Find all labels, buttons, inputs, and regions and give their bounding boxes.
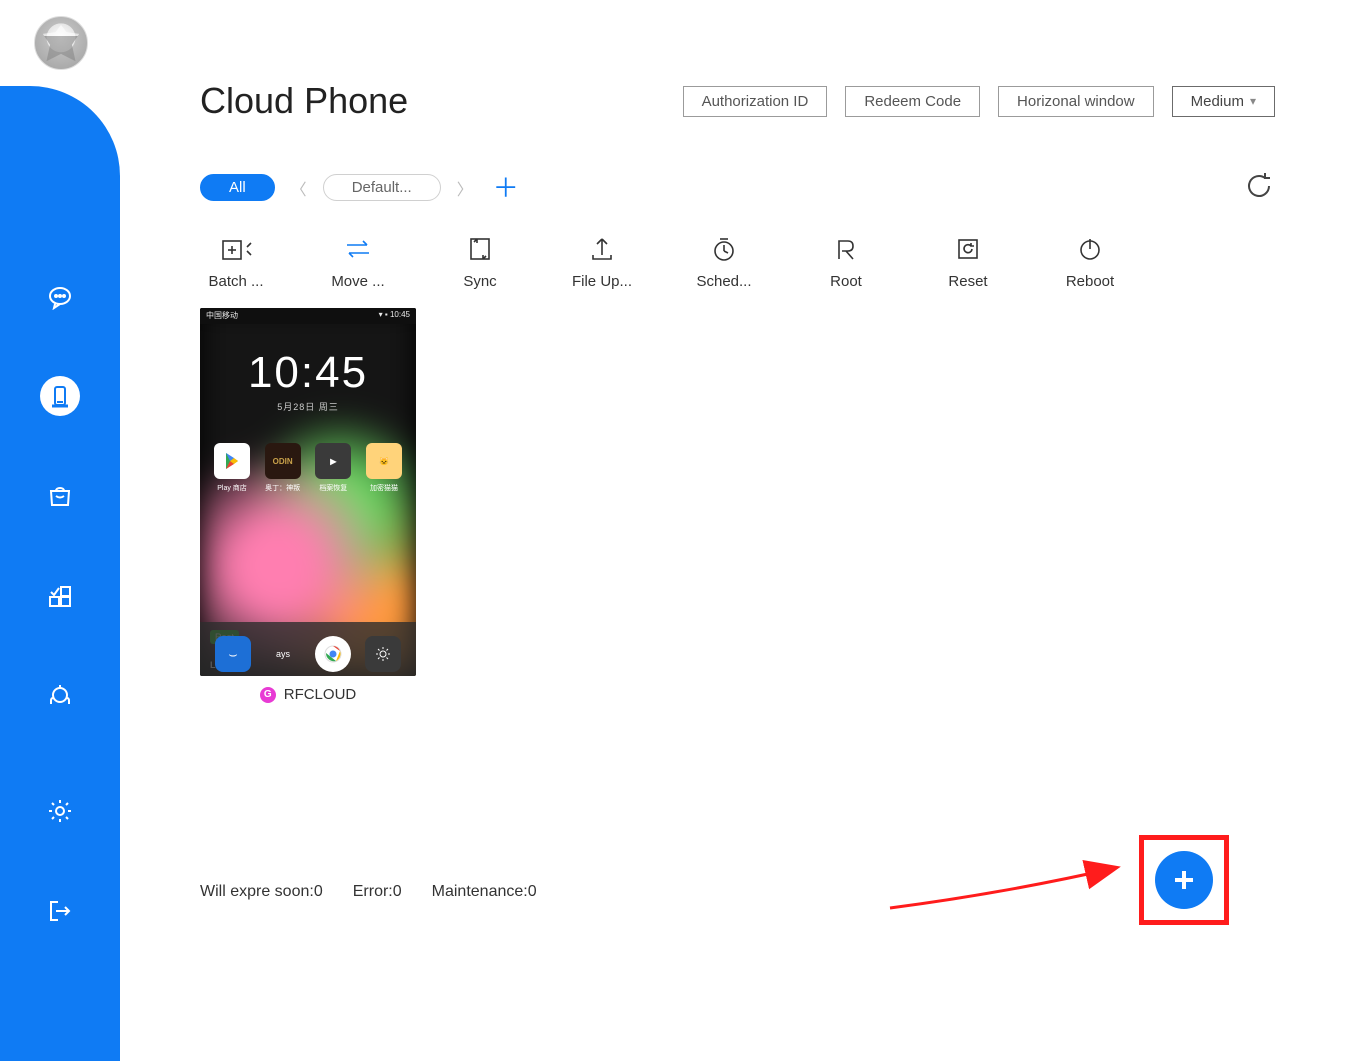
tool-sync-label: Sync: [463, 273, 496, 290]
annotation-arrow: [885, 853, 1125, 913]
tool-reboot-label: Reboot: [1066, 273, 1114, 290]
device-clock: 10:45 5月28日 周三: [200, 348, 416, 413]
batch-icon: [218, 235, 254, 263]
add-device-highlight: [1139, 835, 1229, 925]
status-expire: Will expre soon:0: [200, 883, 323, 901]
reboot-icon: [1072, 235, 1108, 263]
sidebar-item-cloudphone[interactable]: [40, 376, 80, 416]
page-title: Cloud Phone: [200, 80, 408, 122]
sidebar-item-support[interactable]: [40, 676, 80, 716]
tool-root-label: Root: [830, 273, 862, 290]
sidebar-item-settings[interactable]: [40, 791, 80, 831]
device-screen[interactable]: 中国移动 ▾ ▪ 10:45 10:45 5月28日 周三 Play 商店 OD…: [200, 308, 416, 676]
size-select[interactable]: Medium ▾: [1172, 86, 1275, 117]
add-device-button[interactable]: [1155, 851, 1213, 909]
sidebar-item-store[interactable]: [40, 476, 80, 516]
tool-schedule-label: Sched...: [696, 273, 751, 290]
move-icon: [340, 235, 376, 263]
main-content: Cloud Phone Authorization ID Redeem Code…: [120, 0, 1355, 1061]
add-group-button[interactable]: ＋: [493, 175, 519, 201]
header-row: Cloud Phone Authorization ID Redeem Code…: [200, 80, 1275, 122]
device-label: G RFCLOUD: [260, 686, 357, 703]
tool-upload[interactable]: File Up...: [566, 235, 638, 290]
chevron-down-icon: ▾: [1250, 94, 1256, 108]
reset-icon: [950, 235, 986, 263]
filter-all[interactable]: All: [200, 174, 275, 201]
sidebar-item-chat[interactable]: [40, 276, 80, 316]
upload-icon: [584, 235, 620, 263]
device-apps-row: Play 商店 ODIN奥丁：神叛 ▶档案恢复 🐱加密猫猫: [212, 443, 404, 493]
tool-reboot[interactable]: Reboot: [1054, 235, 1126, 290]
status-row: Will expre soon:0 Error:0 Maintenance:0: [200, 883, 537, 901]
size-select-label: Medium: [1191, 93, 1244, 110]
device-grid: 中国移动 ▾ ▪ 10:45 10:45 5月28日 周三 Play 商店 OD…: [200, 308, 1275, 703]
filter-row: All 〈 Default... 〉 ＋: [200, 170, 1275, 205]
filter-default[interactable]: Default...: [323, 174, 441, 201]
horizontal-window-button[interactable]: Horizonal window: [998, 86, 1154, 117]
tool-reset-label: Reset: [948, 273, 987, 290]
status-maintenance: Maintenance:0: [432, 883, 537, 901]
g-badge-icon: G: [260, 687, 276, 703]
device-card: 中国移动 ▾ ▪ 10:45 10:45 5月28日 周三 Play 商店 OD…: [200, 308, 416, 703]
refresh-button[interactable]: [1243, 170, 1275, 205]
redeem-code-button[interactable]: Redeem Code: [845, 86, 980, 117]
device-statusbar: 中国移动 ▾ ▪ 10:45: [200, 308, 416, 324]
authorization-id-button[interactable]: Authorization ID: [683, 86, 828, 117]
toolbar: Batch ... Move ... Sync File Up... Sched…: [200, 235, 1275, 290]
tool-move-label: Move ...: [331, 273, 384, 290]
device-name: RFCLOUD: [284, 686, 357, 703]
tool-reset[interactable]: Reset: [932, 235, 1004, 290]
tool-batch[interactable]: Batch ...: [200, 235, 272, 290]
schedule-icon: [706, 235, 742, 263]
tool-root[interactable]: Root: [810, 235, 882, 290]
header-buttons: Authorization ID Redeem Code Horizonal w…: [683, 86, 1275, 117]
sidebar-item-tasks[interactable]: [40, 576, 80, 616]
sync-icon: [462, 235, 498, 263]
chevron-right-icon[interactable]: 〉: [453, 176, 477, 200]
tool-move[interactable]: Move ...: [322, 235, 394, 290]
tool-upload-label: File Up...: [572, 273, 632, 290]
tool-batch-label: Batch ...: [208, 273, 263, 290]
avatar[interactable]: [34, 16, 88, 70]
root-icon: [828, 235, 864, 263]
sidebar: [0, 86, 120, 1061]
sidebar-item-logout[interactable]: [40, 891, 80, 931]
tool-sync[interactable]: Sync: [444, 235, 516, 290]
chevron-left-icon[interactable]: 〈: [287, 176, 311, 200]
status-error: Error:0: [353, 883, 402, 901]
device-dock: ⌣ ays: [200, 622, 416, 676]
tool-schedule[interactable]: Sched...: [688, 235, 760, 290]
